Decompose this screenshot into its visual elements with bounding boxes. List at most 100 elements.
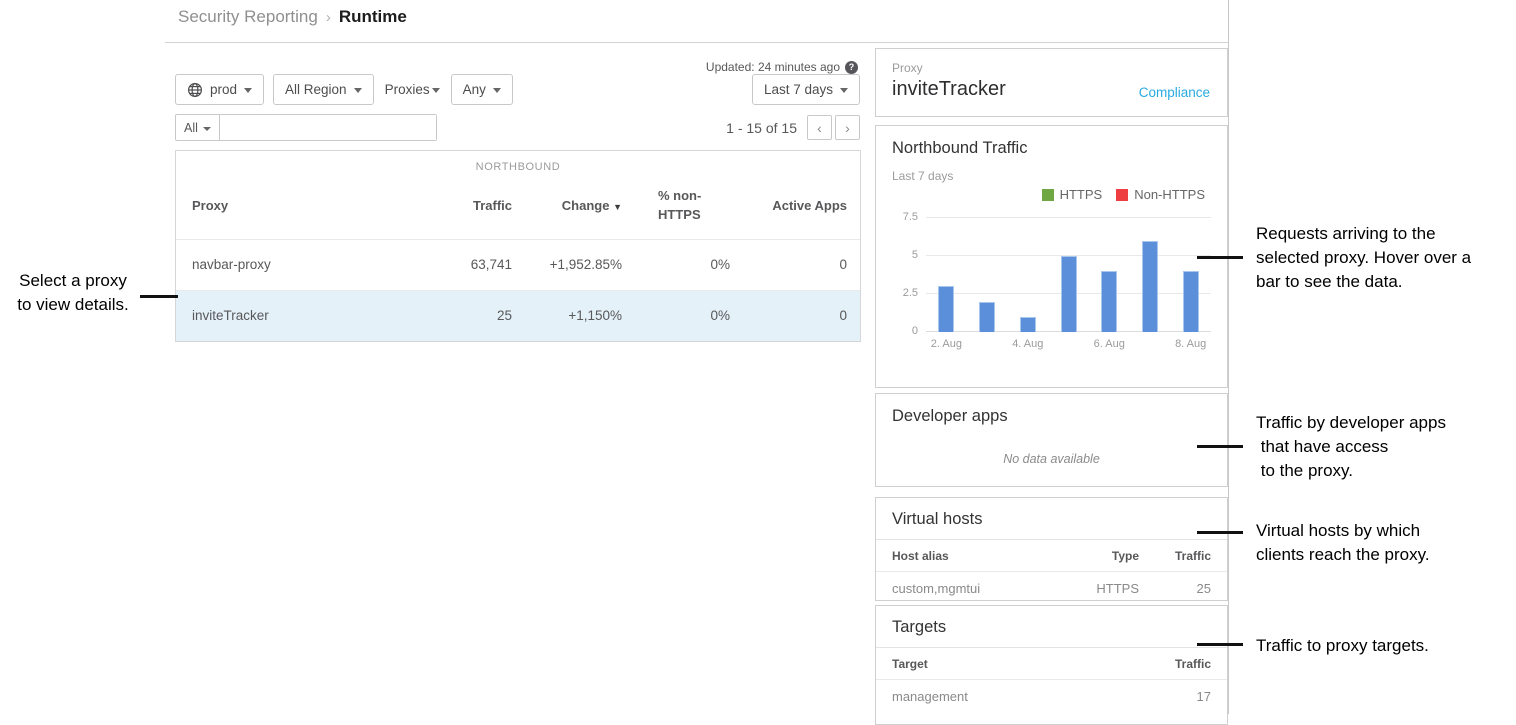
search-input[interactable]: [220, 115, 436, 140]
traffic-bar[interactable]: [1101, 271, 1117, 332]
x-tick-label: [1048, 338, 1089, 350]
chart-x-axis: 2. Aug4. Aug6. Aug8. Aug: [926, 338, 1211, 350]
pagination-range: 1 - 15 of 15: [726, 120, 797, 136]
traffic-bar-chart: 02.557.5: [892, 218, 1211, 332]
region-label: All Region: [285, 82, 347, 97]
x-tick-label: [1130, 338, 1171, 350]
y-tick-label: 5: [912, 249, 918, 261]
figure-border: [1228, 0, 1229, 714]
pagination: 1 - 15 of 15 ‹ ›: [726, 115, 860, 140]
cell-change: +1,952.85%: [524, 257, 634, 272]
targets-title: Targets: [876, 618, 1227, 637]
cell-traffic: 25: [1139, 581, 1211, 596]
virtual-hosts-title: Virtual hosts: [876, 510, 1227, 529]
col-header-non-https[interactable]: % non-HTTPS: [634, 187, 742, 225]
traffic-bar[interactable]: [938, 286, 954, 332]
chart-subtitle: Last 7 days: [892, 169, 1211, 183]
breadcrumb: Security Reporting › Runtime: [178, 7, 407, 27]
compliance-link[interactable]: Compliance: [1139, 85, 1210, 100]
annotation-select-proxy: Select a proxy to view details.: [0, 269, 146, 317]
cell-active-apps: 0: [742, 257, 860, 272]
chevron-down-icon: [840, 88, 848, 93]
x-tick-label: 2. Aug: [926, 338, 967, 350]
environment-label: prod: [210, 82, 237, 97]
traffic-bar[interactable]: [1061, 256, 1077, 332]
col-header-traffic[interactable]: Traffic: [404, 198, 524, 213]
traffic-bar[interactable]: [1020, 317, 1036, 332]
cell-non-https: 0%: [634, 308, 742, 323]
cell-active-apps: 0: [742, 308, 860, 323]
chevron-down-icon: [493, 88, 501, 93]
col-header-proxy[interactable]: Proxy: [176, 198, 404, 213]
virtual-hosts-header-row: Host alias Type Traffic: [876, 539, 1227, 571]
x-tick-label: 4. Aug: [1007, 338, 1048, 350]
x-tick-label: 6. Aug: [1089, 338, 1130, 350]
chevron-down-icon: [203, 127, 211, 131]
table-group-header: NORTHBOUND: [176, 151, 860, 177]
search-scope-label: All: [184, 121, 198, 135]
breadcrumb-separator-icon: ›: [326, 9, 331, 26]
date-range-label: Last 7 days: [764, 82, 833, 97]
prev-page-button[interactable]: ‹: [807, 115, 832, 140]
cell-change: +1,150%: [524, 308, 634, 323]
cell-non-https: 0%: [634, 257, 742, 272]
table-row[interactable]: navbar-proxy 63,741 +1,952.85% 0% 0: [176, 239, 860, 290]
chart-title: Northbound Traffic: [892, 139, 1211, 158]
y-tick-label: 0: [912, 325, 918, 337]
col-header-change[interactable]: Change ▼: [524, 198, 634, 213]
callout-line: [1197, 445, 1243, 448]
targets-card: Targets Target Traffic management 17: [875, 605, 1228, 725]
target-row[interactable]: management 17: [876, 679, 1227, 712]
col-header-type: Type: [1059, 549, 1139, 563]
chevron-down-icon: [354, 88, 362, 93]
cell-proxy: navbar-proxy: [176, 257, 404, 272]
date-range-dropdown[interactable]: Last 7 days: [752, 74, 860, 105]
breadcrumb-parent[interactable]: Security Reporting: [178, 7, 318, 27]
legend-item-non-https[interactable]: Non-HTTPS: [1116, 187, 1205, 202]
chart-y-axis: 02.557.5: [892, 218, 926, 332]
legend-item-https[interactable]: HTTPS: [1042, 187, 1103, 202]
callout-line: [1197, 531, 1243, 534]
traffic-bar[interactable]: [1142, 241, 1158, 332]
any-dropdown[interactable]: Any: [451, 74, 513, 105]
proxies-table: NORTHBOUND Proxy Traffic Change ▼ % non-…: [175, 150, 861, 342]
help-icon[interactable]: ?: [845, 61, 858, 74]
chevron-down-icon: [244, 88, 252, 93]
https-swatch-icon: [1042, 189, 1054, 201]
col-header-host-alias: Host alias: [892, 549, 1059, 563]
environment-dropdown[interactable]: prod: [175, 74, 264, 105]
search-scope-dropdown[interactable]: All: [176, 115, 220, 140]
region-dropdown[interactable]: All Region: [273, 74, 374, 105]
updated-text: Updated: 24 minutes ago: [706, 60, 840, 74]
updated-status: Updated: 24 minutes ago ?: [706, 60, 858, 74]
chevron-down-icon: [432, 88, 440, 93]
cell-traffic: 63,741: [404, 257, 524, 272]
proxy-search: All: [175, 114, 437, 141]
annotation-developer-apps: Traffic by developer apps that have acce…: [1256, 411, 1446, 483]
table-header-row: Proxy Traffic Change ▼ % non-HTTPS Activ…: [176, 177, 860, 239]
filter-bar: Updated: 24 minutes ago ? prod All Regio…: [175, 56, 860, 141]
cell-host-alias: custom,mgmtui: [892, 581, 1059, 596]
proxy-label: Proxy: [892, 61, 1211, 75]
header-divider: [165, 42, 1228, 43]
cell-target: management: [892, 689, 1139, 704]
col-header-target: Target: [892, 657, 1139, 671]
callout-line: [1197, 643, 1243, 646]
cell-traffic: 17: [1139, 689, 1211, 704]
col-header-active-apps[interactable]: Active Apps: [742, 198, 860, 213]
proxies-dropdown[interactable]: Proxies: [385, 82, 440, 97]
col-header-traffic: Traffic: [1139, 549, 1211, 563]
chart-legend: HTTPS Non-HTTPS: [892, 187, 1211, 202]
no-data-text: No data available: [892, 452, 1211, 466]
callout-line: [140, 295, 178, 298]
traffic-bar[interactable]: [979, 302, 995, 332]
next-page-button[interactable]: ›: [835, 115, 860, 140]
annotation-targets: Traffic to proxy targets.: [1256, 634, 1429, 658]
virtual-host-row[interactable]: custom,mgmtui HTTPS 25: [876, 571, 1227, 604]
table-row[interactable]: inviteTracker 25 +1,150% 0% 0: [176, 290, 860, 341]
any-label: Any: [463, 82, 486, 97]
cell-proxy: inviteTracker: [176, 308, 404, 323]
sort-desc-icon: ▼: [613, 202, 622, 212]
traffic-bar[interactable]: [1183, 271, 1199, 332]
proxy-detail-panel: Proxy inviteTracker Compliance Northboun…: [875, 48, 1228, 725]
